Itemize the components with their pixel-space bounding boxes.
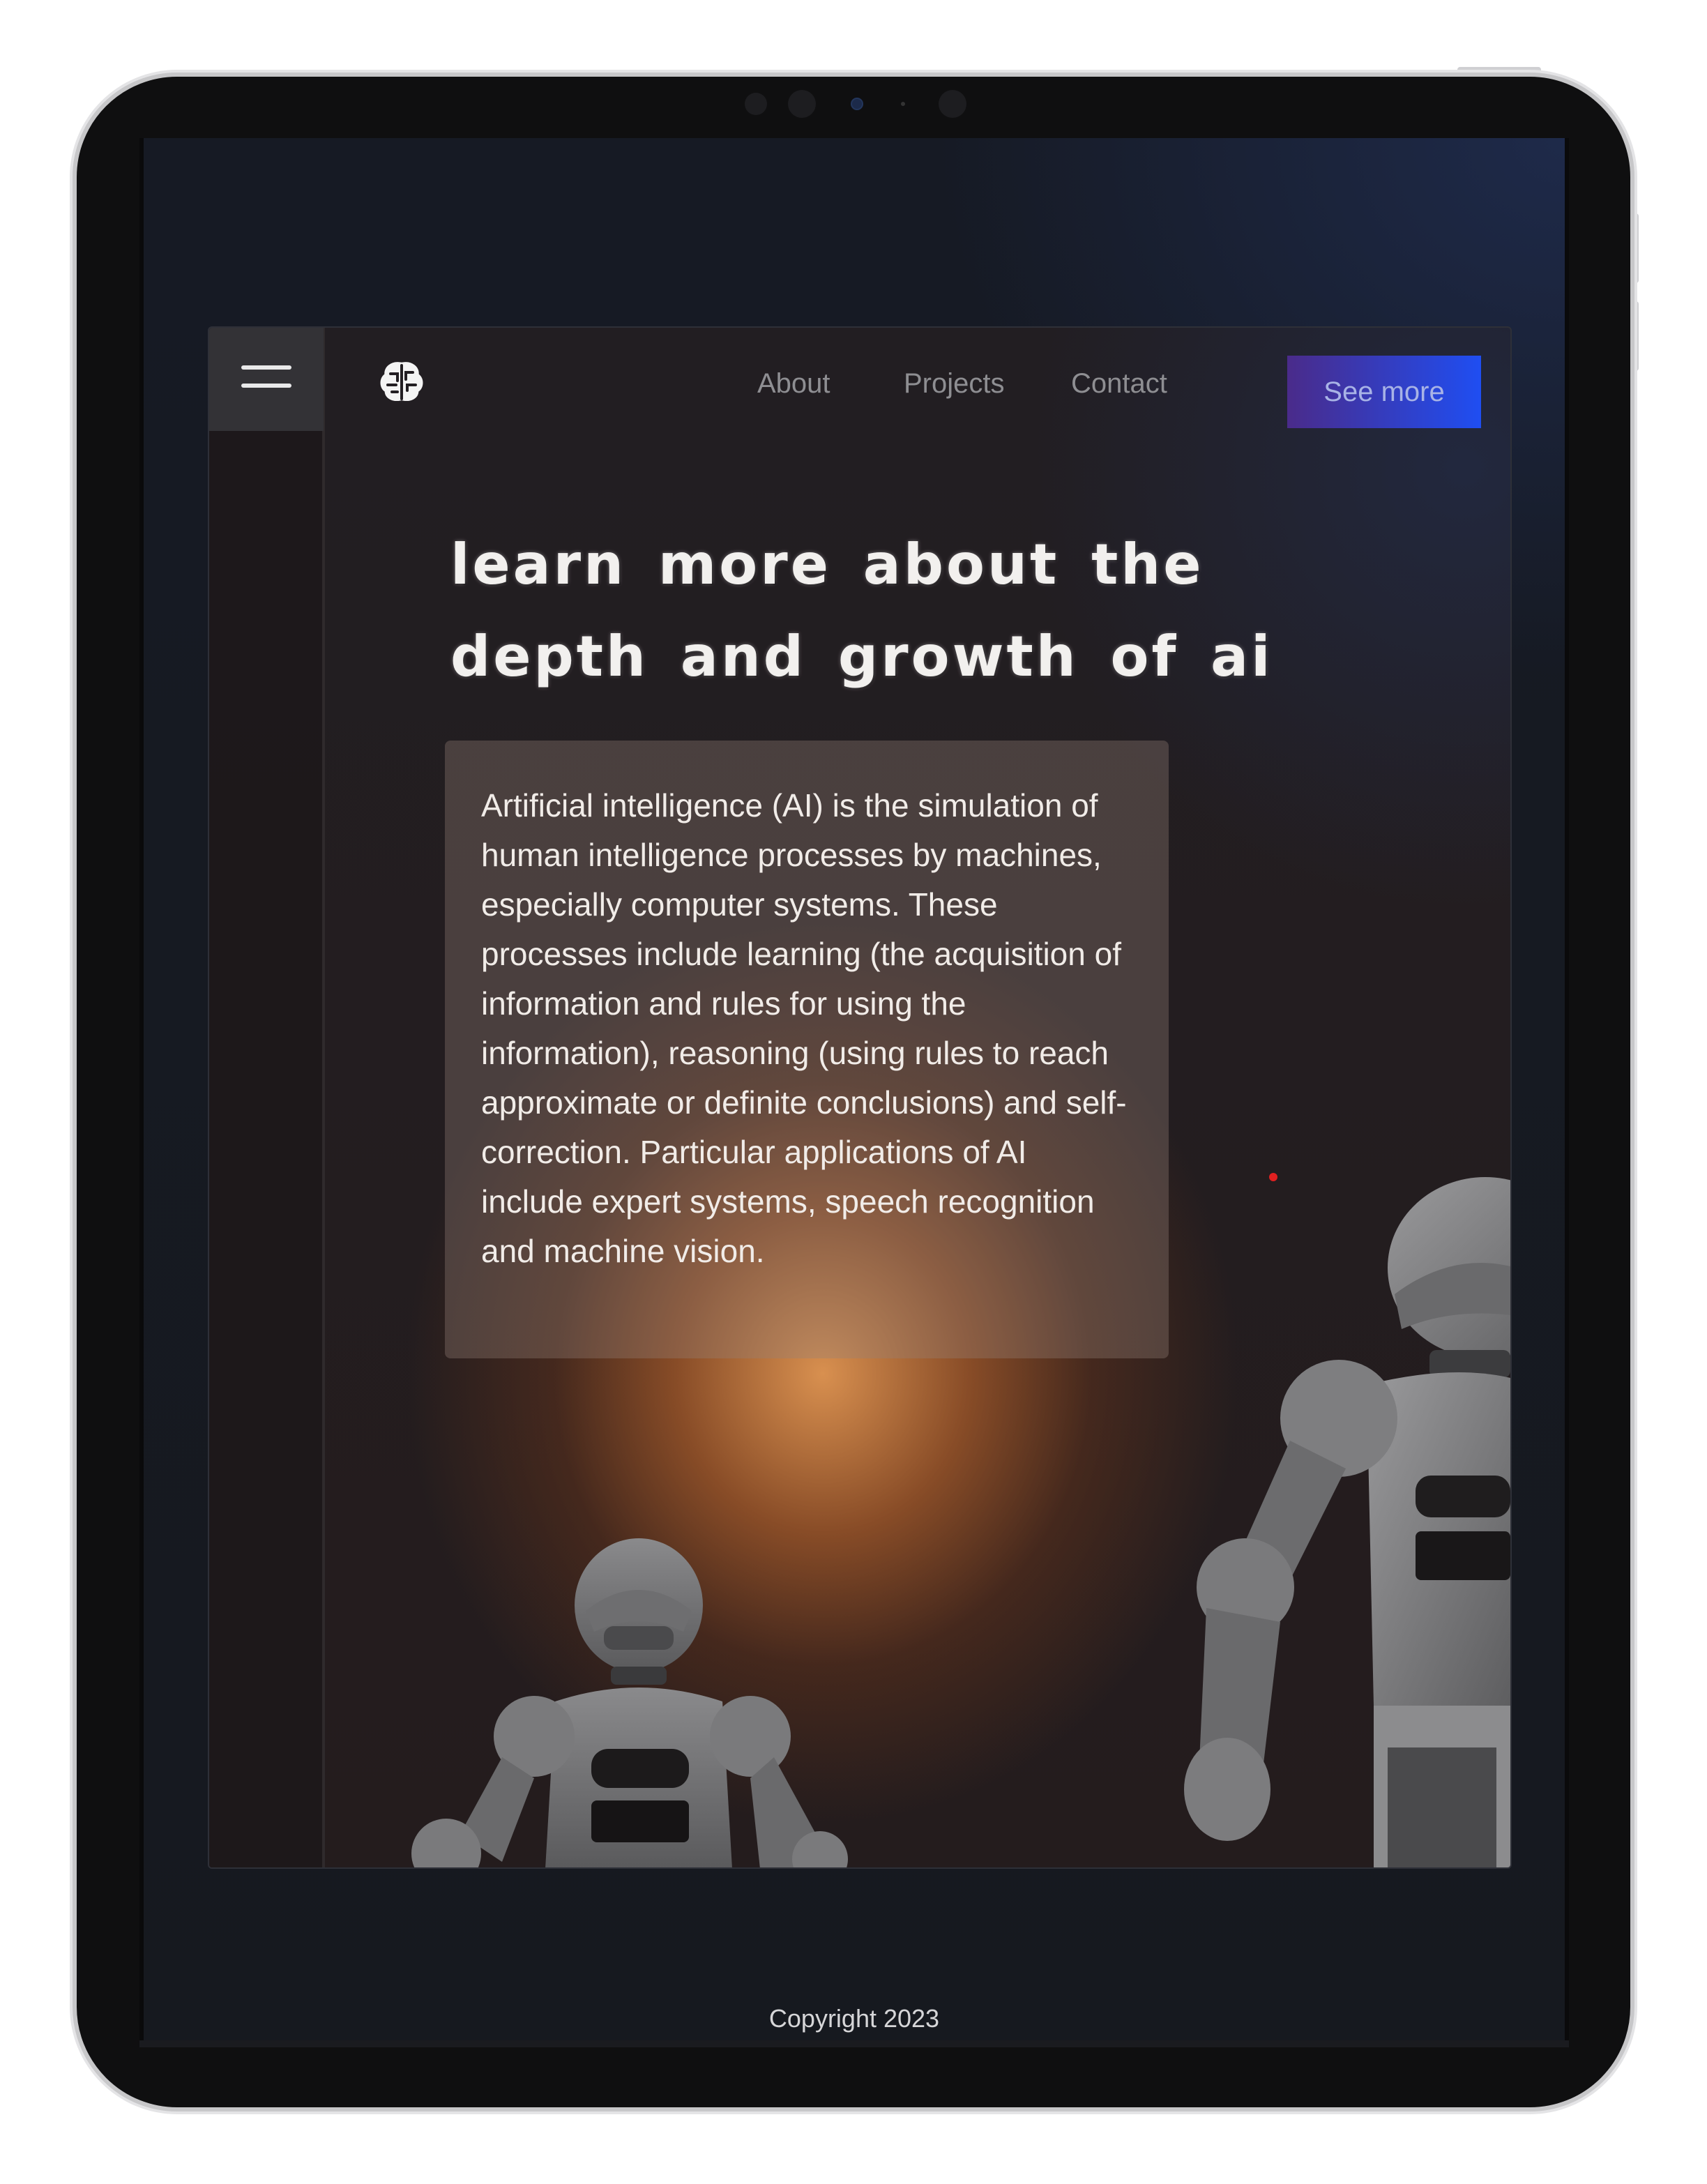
camera-lens-icon bbox=[851, 98, 863, 110]
hamburger-icon[interactable] bbox=[209, 328, 324, 431]
info-card: Artificial intelligence (AI) is the simu… bbox=[445, 741, 1169, 1358]
screen-edge bbox=[139, 138, 144, 2047]
tablet-screen: About Projects Contact See more learn mo… bbox=[139, 138, 1569, 2047]
info-card-text: Artificial intelligence (AI) is the simu… bbox=[481, 787, 1127, 1269]
robot-illustration-left bbox=[411, 1538, 848, 1867]
hamburger-line bbox=[241, 365, 291, 370]
see-more-button[interactable]: See more bbox=[1287, 356, 1481, 428]
brain-logo-icon[interactable] bbox=[377, 357, 425, 406]
nav-link-about[interactable]: About bbox=[757, 368, 830, 400]
sensor-icon bbox=[901, 102, 905, 106]
sensor-icon bbox=[788, 90, 816, 118]
robot-illustration-right bbox=[1184, 1177, 1510, 1867]
tablet-top-button bbox=[1457, 67, 1541, 73]
hero-title: learn more about the depth and growth of… bbox=[450, 532, 1273, 689]
hamburger-line bbox=[241, 384, 291, 388]
sidebar bbox=[209, 328, 325, 1867]
screen-edge bbox=[1565, 138, 1569, 2047]
nav-link-projects[interactable]: Projects bbox=[904, 368, 1005, 400]
screen-bottom-bar bbox=[139, 2040, 1569, 2047]
sensor-icon bbox=[745, 93, 767, 115]
nav-link-contact[interactable]: Contact bbox=[1071, 368, 1167, 400]
copyright-text: Copyright 2023 bbox=[768, 2004, 940, 2033]
sensor-icon bbox=[939, 90, 966, 118]
app-window: About Projects Contact See more learn mo… bbox=[208, 326, 1512, 1869]
camera-bar bbox=[739, 88, 976, 120]
